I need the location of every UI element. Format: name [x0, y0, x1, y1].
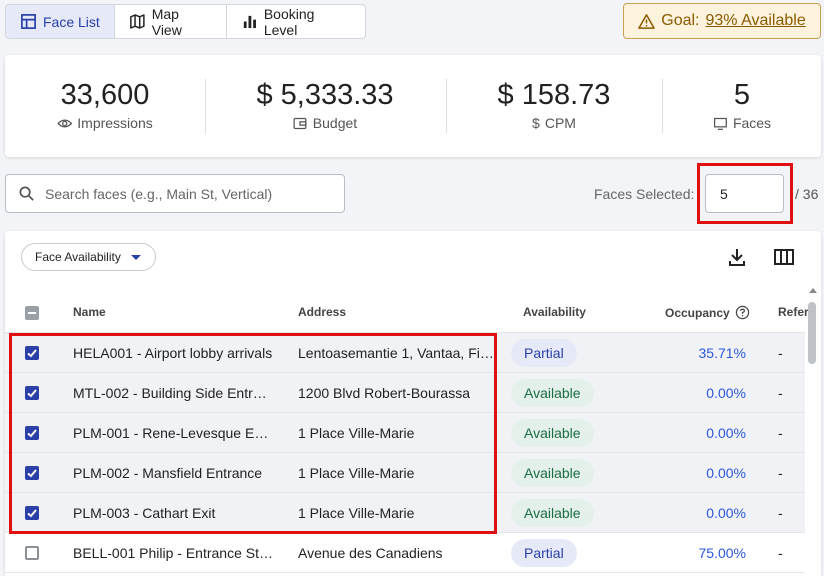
- download-icon: [729, 249, 745, 266]
- faces-selected-label: Faces Selected:: [594, 186, 695, 202]
- goal-value: 93% Available: [705, 12, 806, 29]
- column-header-name[interactable]: Name: [73, 305, 106, 319]
- filter-label: Face Availability: [35, 250, 121, 264]
- wallet-icon: [293, 117, 307, 129]
- table-row[interactable]: BELL-001 Philip - Entrance Street Avenue …: [5, 533, 805, 573]
- row-reference: -: [778, 425, 783, 441]
- monitor-icon: [713, 117, 727, 130]
- face-availability-filter[interactable]: Face Availability: [21, 243, 156, 271]
- row-reference: -: [778, 465, 783, 481]
- stat-budget-label: Budget: [312, 115, 358, 131]
- scroll-thumb[interactable]: [808, 302, 816, 364]
- table-icon: [21, 14, 36, 29]
- availability-badge: Available: [511, 419, 594, 447]
- dollar-icon: $: [532, 115, 540, 131]
- columns-button[interactable]: [773, 246, 795, 273]
- stat-divider: [446, 79, 447, 133]
- stat-faces: 5 Faces: [713, 77, 771, 131]
- row-occupancy: 35.71%: [698, 345, 746, 361]
- stat-divider: [205, 79, 206, 133]
- column-header-occupancy[interactable]: Occupancy: [665, 305, 750, 320]
- row-name: BELL-001 Philip - Entrance Street: [73, 545, 273, 561]
- column-header-address[interactable]: Address: [298, 305, 346, 319]
- tab-map-view[interactable]: Map View: [115, 5, 227, 38]
- search-icon: [19, 186, 34, 201]
- search-input[interactable]: [45, 185, 325, 202]
- stat-budget-value: $ 5,333.33: [256, 79, 394, 111]
- highlight-box-selected-rows: [9, 333, 497, 534]
- stat-cpm-value: $ 158.73: [497, 79, 611, 111]
- goal-badge[interactable]: Goal: 93% Available: [623, 3, 821, 39]
- row-reference: -: [778, 385, 783, 401]
- stat-impressions-value: 33,600: [60, 79, 150, 111]
- tab-booking-level-label: Booking Level: [263, 5, 315, 38]
- help-icon[interactable]: [735, 305, 750, 320]
- row-reference: -: [778, 545, 783, 561]
- table-header: Name Address Availability Occupancy Refe…: [5, 292, 809, 333]
- tab-booking-level[interactable]: Booking Level: [227, 5, 365, 38]
- row-reference: -: [778, 345, 783, 361]
- availability-badge: Partial: [511, 539, 577, 567]
- bar-chart-icon: [243, 15, 256, 29]
- row-occupancy: 0.00%: [706, 385, 746, 401]
- row-checkbox[interactable]: [25, 546, 39, 560]
- caret-down-icon: [130, 254, 141, 260]
- availability-badge: Partial: [511, 339, 577, 367]
- view-tabs: Face List Map View Booking Level: [5, 4, 366, 39]
- eye-icon: [57, 119, 73, 127]
- availability-badge: Available: [511, 499, 594, 527]
- faces-total: / 36: [795, 186, 819, 202]
- occupancy-header-label: Occupancy: [665, 305, 730, 320]
- highlight-box-faces-selected: [697, 163, 793, 224]
- availability-badge: Available: [511, 459, 594, 487]
- stat-divider: [662, 79, 663, 133]
- row-occupancy: 75.00%: [698, 545, 746, 561]
- stat-cpm: $ 158.73 $ CPM: [498, 77, 611, 131]
- map-icon: [130, 14, 145, 29]
- tab-face-list[interactable]: Face List: [6, 5, 115, 38]
- stat-cpm-label: CPM: [544, 115, 576, 131]
- goal-prefix: Goal:: [661, 12, 700, 29]
- stat-faces-label: Faces: [732, 115, 772, 131]
- row-occupancy: 0.00%: [706, 465, 746, 481]
- column-header-availability[interactable]: Availability: [523, 305, 586, 319]
- select-all-checkbox[interactable]: [25, 306, 39, 320]
- scroll-up-arrow-icon[interactable]: [809, 288, 817, 293]
- row-occupancy: 0.00%: [706, 505, 746, 521]
- stat-faces-value: 5: [733, 79, 751, 111]
- summary-stats-card: 33,600 Impressions $ 5,333.33 Budget $ 1…: [5, 55, 821, 157]
- tab-map-view-label: Map View: [151, 5, 182, 38]
- row-reference: -: [778, 505, 783, 521]
- stat-impressions-label: Impressions: [77, 115, 153, 131]
- search-box: [5, 174, 345, 213]
- availability-badge: Available: [511, 379, 594, 407]
- download-button[interactable]: [726, 246, 748, 273]
- stat-impressions: 33,600 Impressions: [57, 77, 153, 131]
- columns-icon: [774, 249, 794, 265]
- table-scrollbar[interactable]: [805, 286, 819, 576]
- tab-face-list-label: Face List: [43, 13, 100, 30]
- warning-icon: [638, 13, 656, 29]
- row-occupancy: 0.00%: [706, 425, 746, 441]
- row-address: Avenue des Canadiens: [298, 545, 443, 561]
- stat-budget: $ 5,333.33 Budget: [256, 77, 393, 131]
